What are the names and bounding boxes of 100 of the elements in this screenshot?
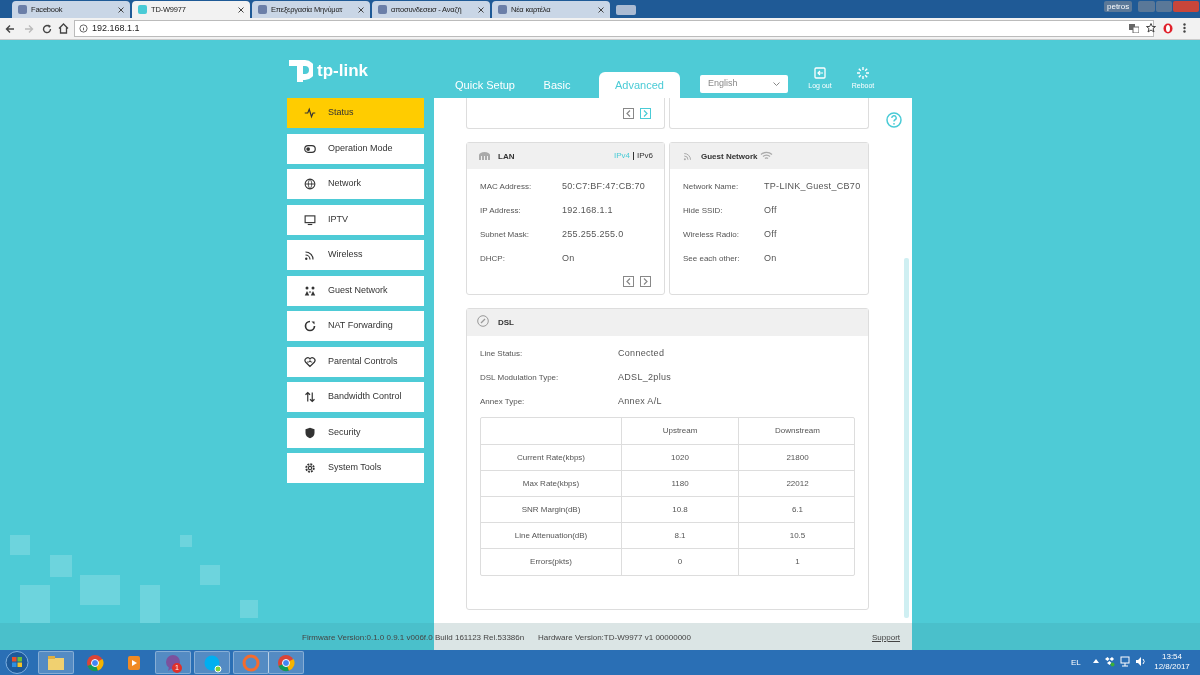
column-header: Downstream [775,425,820,437]
table-cell: 1180 [671,477,689,490]
close-tab-icon[interactable] [598,6,604,13]
table-cell: Errors(pkts) [530,556,572,568]
next-button[interactable] [640,108,651,119]
heart-icon [304,355,316,368]
tray-arrow-icon[interactable] [1093,659,1099,663]
taskbar-app-button[interactable] [233,651,269,674]
scrollbar[interactable] [904,258,909,618]
clock-date[interactable]: 12/8/2017 [1154,662,1190,672]
sidebar-item[interactable]: Status [287,98,424,128]
star-icon[interactable] [1146,23,1156,33]
extension-icon[interactable] [1163,23,1173,34]
home-icon[interactable] [58,23,69,34]
field-value: ADSL_2plus [618,370,672,384]
field-label: Line Status: [480,347,524,360]
field-value: 192.168.1.1 [562,203,613,217]
language-select[interactable]: English [700,75,788,93]
table-cell: Current Rate(kbps) [517,451,585,464]
network-icon[interactable] [1120,656,1131,667]
sidebar-item[interactable]: Network [287,169,424,199]
logo-text: tp-link [317,60,368,83]
profile-button[interactable]: petros [1104,1,1133,12]
sync-icon[interactable] [1104,656,1115,667]
column-header: Upstream [662,425,698,437]
reload-icon[interactable] [42,24,52,34]
logout-icon [814,67,826,79]
card-title: DSL [498,317,514,329]
card-title: Guest Network [701,151,758,163]
sidebar-item[interactable]: Operation Mode [287,133,424,164]
card-title: LAN [498,151,515,163]
close-tab-icon[interactable] [478,6,484,13]
taskbar-app-button[interactable] [268,651,304,674]
field-value: 50:C7:BF:47:CB:70 [562,179,646,193]
field-label: Network Name: [683,180,740,193]
close-tab-icon[interactable] [238,6,244,13]
address-bar[interactable]: 192.168.1.1 [74,20,1154,37]
info-icon [79,24,88,33]
language-indicator[interactable]: EL [1071,657,1081,669]
ip-version-tab[interactable]: IPv6 [637,150,654,162]
next-button[interactable] [640,276,651,287]
sidebar-item[interactable]: Bandwidth Control [287,382,424,412]
sidebar-item[interactable]: Security [287,417,424,448]
field-value: 255.255.255.0 [562,227,624,241]
start-button[interactable] [5,651,29,674]
sidebar-item[interactable]: Guest Network [287,275,424,306]
support-link[interactable]: Support [872,632,901,644]
taskbar-app-button[interactable] [38,651,74,674]
sidebar-item[interactable]: Parental Controls [287,346,424,377]
translate-icon[interactable] [1129,24,1139,33]
clock-time[interactable]: 13:54 [1162,652,1182,662]
favicon-icon [18,5,27,14]
field-label: DSL Modulation Type: [480,371,560,384]
firmware-version: Firmware Version:0.1.0 0.9.1 v006f.0 Build 161123 Rel.53386n [302,632,525,644]
previous-button[interactable] [623,276,634,287]
gauge-icon [477,315,489,327]
close-tab-icon[interactable] [358,6,364,13]
monitor-icon [304,213,316,226]
sidebar-item[interactable]: System Tools [287,453,424,483]
field-label: See each other: [683,252,741,265]
field-value: TP-LINK_Guest_CB70 [764,179,861,193]
field-value: Off [764,203,777,217]
spinner-icon [857,67,869,79]
hardware-version: Hardware Version:TD-W9977 v1 00000000 [538,632,691,644]
chevron-down-icon [773,81,780,87]
circular-arrow-icon [304,320,316,332]
pulse-icon [304,107,316,119]
menu-icon[interactable] [1183,23,1186,33]
wifi-signal-icon [760,151,773,160]
field-label: DHCP: [480,252,506,265]
sidebar-item[interactable]: NAT Forwarding [287,311,424,341]
people-icon [304,284,316,297]
taskbar-app-button[interactable] [194,651,230,674]
previous-button[interactable] [623,108,634,119]
favicon-icon [138,5,147,14]
toggle-icon [304,142,316,155]
help-icon[interactable] [886,112,902,128]
field-label: Wireless Radio: [683,228,740,241]
volume-icon[interactable] [1135,656,1146,667]
favicon-icon [378,5,387,14]
field-value: On [562,251,575,265]
back-icon[interactable] [5,24,15,34]
sidebar-item[interactable]: Wireless [287,240,424,270]
field-label: Subnet Mask: [480,228,530,241]
table-cell: 6.1 [791,503,804,516]
table-cell: 10.5 [789,529,806,542]
field-label: MAC Address: [480,180,533,193]
table-cell: Line Attenuation(dB) [514,529,588,542]
taskbar-app-button[interactable] [155,651,191,674]
table-cell: Max Rate(kbps) [522,477,580,490]
table-cell: SNR Margin(dB) [521,503,581,516]
sidebar-item[interactable]: IPTV [287,204,424,235]
globe-icon [304,178,316,190]
close-tab-icon[interactable] [118,6,124,13]
table-cell: 22012 [786,477,809,490]
logo-icon [287,58,313,84]
favicon-icon [498,5,507,14]
table-cell: 1020 [671,451,689,464]
table-cell: 21800 [786,451,809,464]
field-value: Off [764,227,777,241]
